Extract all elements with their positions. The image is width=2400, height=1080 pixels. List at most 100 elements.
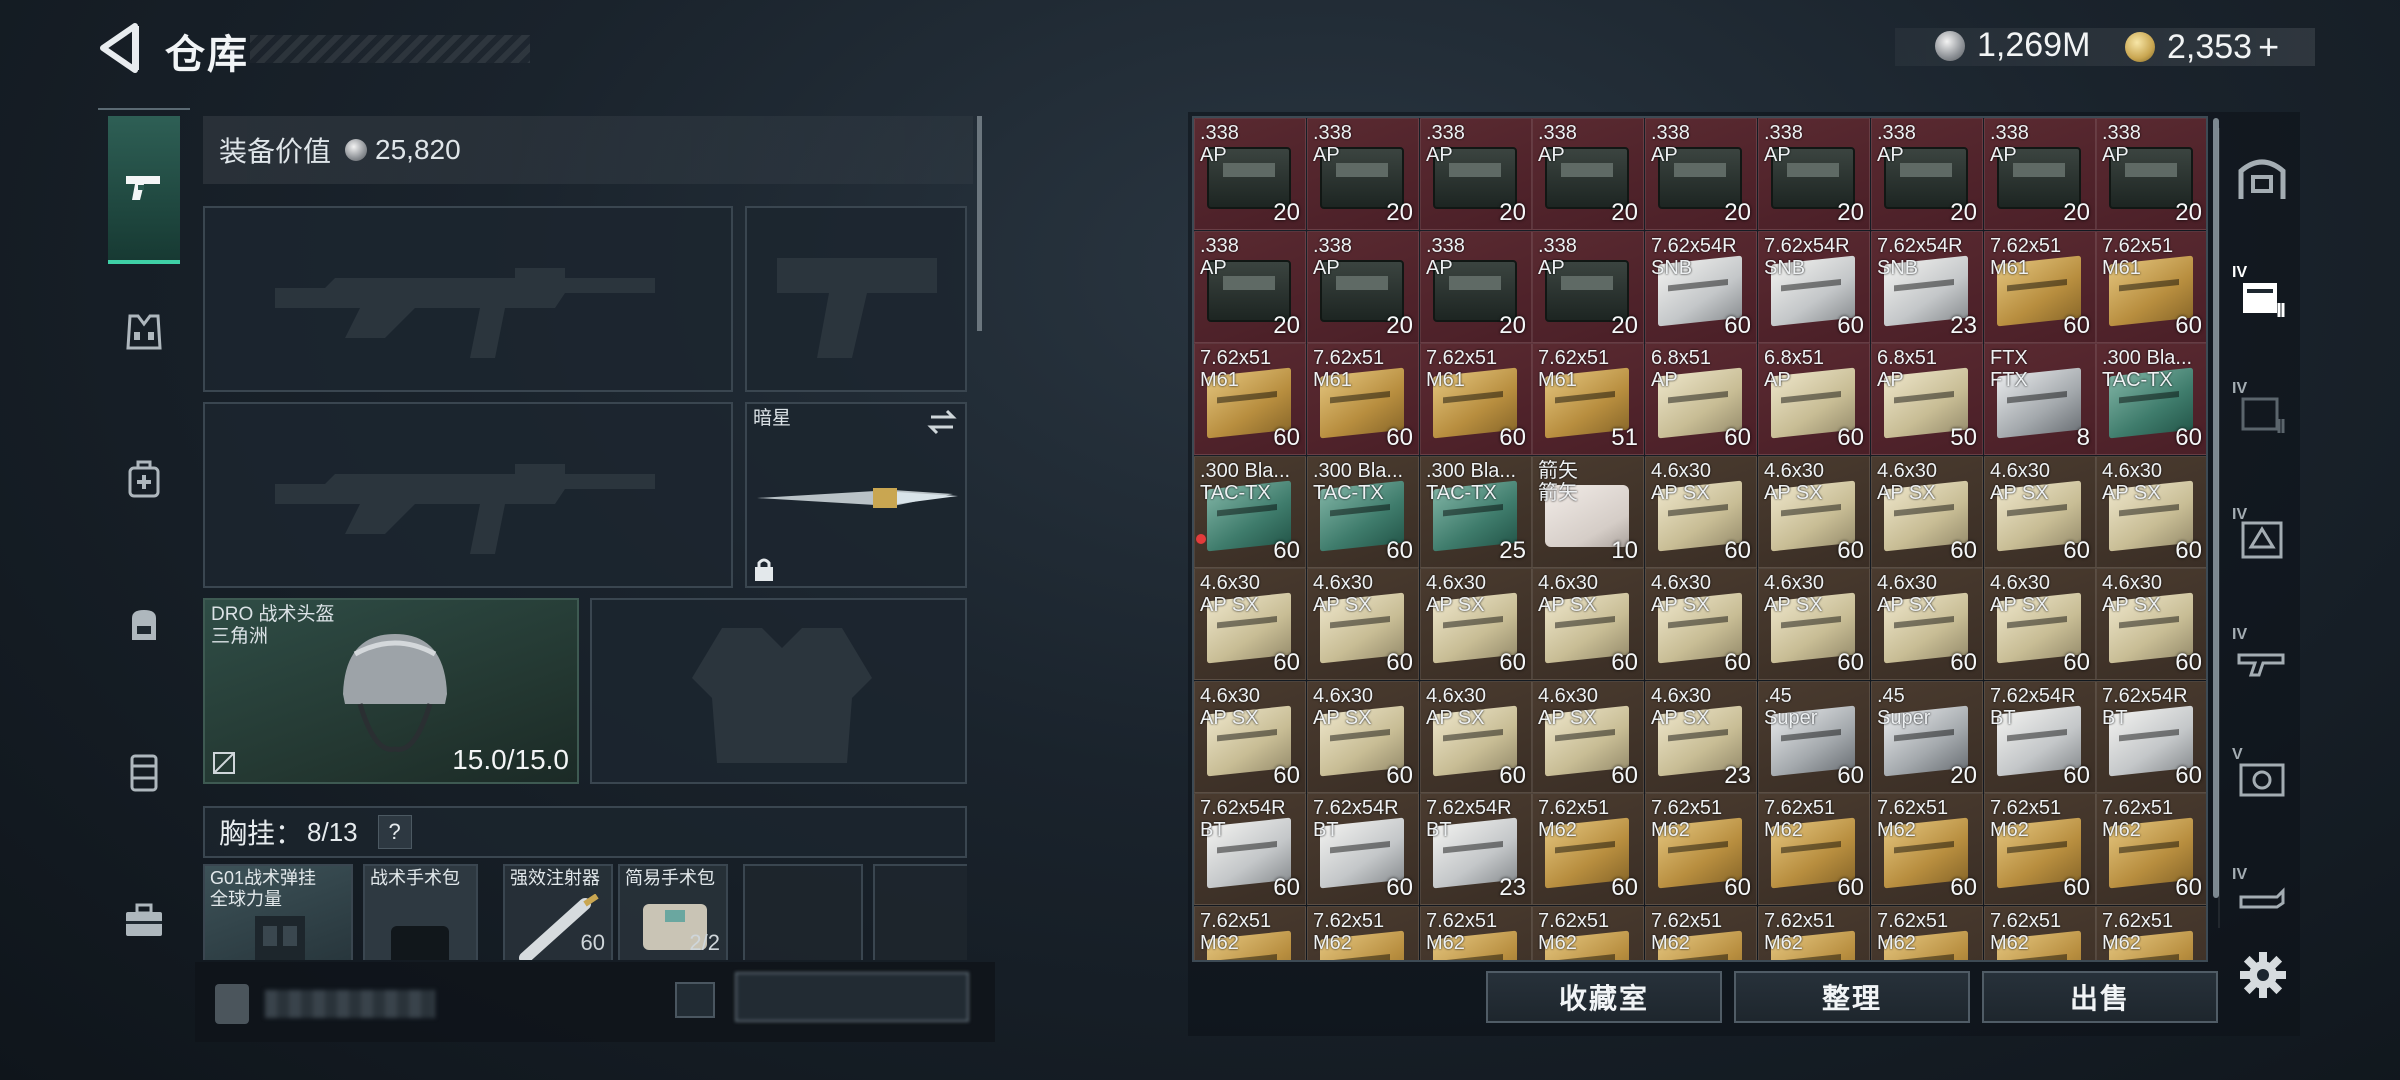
stash-item[interactable]: 7.62x54R SNB 60 [1758, 231, 1870, 343]
rig-item-injector[interactable]: 强效注射器 60 [503, 864, 613, 960]
stash-item[interactable]: 7.62x51 M62 60 [1871, 793, 1983, 905]
rig-empty-slot[interactable] [743, 864, 863, 960]
stash-item[interactable]: 7.62x51 M61 51 [1532, 343, 1644, 455]
stash-item[interactable]: .338 AP 20 [2096, 118, 2206, 230]
stash-item[interactable]: 7.62x54R BT 23 [1420, 793, 1532, 905]
stash-item[interactable]: 6.8x51 AP 60 [1758, 343, 1870, 455]
stash-item[interactable]: .45 Super 20 [1871, 681, 1983, 793]
stash-item[interactable]: 4.6x30 AP SX 60 [1194, 681, 1306, 793]
help-button[interactable]: ? [377, 815, 412, 849]
stash-item[interactable]: .338 AP 20 [1645, 118, 1757, 230]
stash-item[interactable]: 4.6x30 AP SX 23 [1645, 681, 1757, 793]
tab-medical[interactable] [108, 444, 180, 516]
stash-item[interactable]: FTX FTX 8 [1984, 343, 2096, 455]
stash-item[interactable]: .338 AP 20 [1532, 231, 1644, 343]
stash-item[interactable]: 7.62x54R BT 60 [1194, 793, 1306, 905]
stash-item[interactable]: 4.6x30 AP SX 60 [1871, 456, 1983, 568]
stash-item[interactable]: 7.62x51 M62 [1307, 906, 1419, 960]
stash-item[interactable]: 4.6x30 AP SX 60 [1420, 568, 1532, 680]
tab-cabinet-2[interactable]: IV [2222, 370, 2302, 450]
stash-item[interactable]: .338 AP 20 [1194, 231, 1306, 343]
stash-item[interactable]: 7.62x51 M62 [1984, 906, 2096, 960]
stash-item[interactable]: 7.62x51 M62 [1532, 906, 1644, 960]
tab-workbench[interactable]: IV [2222, 856, 2302, 936]
stash-item[interactable]: 7.62x51 M62 [1194, 906, 1306, 960]
tab-backpack[interactable] [108, 588, 180, 660]
stash-item[interactable]: 4.6x30 AP SX 60 [1307, 568, 1419, 680]
organize-button[interactable]: 整理 [1734, 971, 1970, 1023]
tab-armor-storage[interactable]: IV [2222, 496, 2302, 576]
stash-item[interactable]: 6.8x51 AP 60 [1645, 343, 1757, 455]
stash-item[interactable]: 箭矢 箭矢 10 [1532, 456, 1644, 568]
stash-item[interactable]: 7.62x51 M62 60 [1758, 793, 1870, 905]
tab-med-station[interactable]: V [2222, 736, 2302, 816]
stash-item[interactable]: 7.62x51 M62 [1645, 906, 1757, 960]
stash-item[interactable]: 4.6x30 AP SX 60 [1758, 568, 1870, 680]
tab-gun-rack[interactable]: IV [2222, 616, 2302, 696]
stash-item[interactable]: .45 Super 60 [1758, 681, 1870, 793]
sell-button[interactable]: 出售 [1982, 971, 2218, 1023]
stash-item[interactable]: 4.6x30 AP SX 60 [1871, 568, 1983, 680]
stash-item[interactable]: 4.6x30 AP SX 60 [1194, 568, 1306, 680]
stash-item[interactable]: 7.62x51 M62 60 [2096, 793, 2206, 905]
melee-slot[interactable]: 暗星 [745, 402, 967, 588]
stash-item[interactable]: .338 AP 20 [1194, 118, 1306, 230]
stash-item[interactable]: 7.62x54R BT 60 [1984, 681, 2096, 793]
rig-item-simple-surgery-kit[interactable]: 简易手术包 2/2 [618, 864, 728, 960]
body-armor-slot[interactable] [590, 598, 967, 784]
stash-item[interactable]: 7.62x51 M61 60 [2096, 231, 2206, 343]
rig-item-g01[interactable]: G01战术弹挂 全球力量 [203, 864, 353, 960]
stash-item[interactable]: 7.62x54R SNB 60 [1645, 231, 1757, 343]
equip-all-button[interactable] [735, 972, 969, 1022]
stash-item[interactable]: .300 Bla... TAC-TX 25 [1420, 456, 1532, 568]
stash-item[interactable]: 7.62x54R BT 60 [2096, 681, 2206, 793]
stash-item[interactable]: .300 Bla... TAC-TX 60 [1194, 456, 1306, 568]
stash-item[interactable]: .300 Bla... TAC-TX 60 [1307, 456, 1419, 568]
stash-item[interactable]: .338 AP 20 [1532, 118, 1644, 230]
stash-item[interactable]: 7.62x54R SNB 23 [1871, 231, 1983, 343]
stash-item[interactable]: 7.62x51 M61 60 [1984, 231, 2096, 343]
stash-item[interactable]: .338 AP 20 [1984, 118, 2096, 230]
tab-toolbox[interactable] [108, 884, 180, 956]
back-button[interactable] [95, 20, 147, 76]
stash-item[interactable]: 4.6x30 AP SX 60 [2096, 568, 2206, 680]
stash-item[interactable]: .300 Bla... TAC-TX 60 [2096, 343, 2206, 455]
stash-item[interactable]: 7.62x51 M62 [1871, 906, 1983, 960]
stash-item[interactable]: .338 AP 20 [1758, 118, 1870, 230]
stash-item[interactable]: 4.6x30 AP SX 60 [1758, 456, 1870, 568]
stash-item[interactable]: 7.62x51 M62 [2096, 906, 2206, 960]
stash-item[interactable]: 4.6x30 AP SX 60 [1645, 568, 1757, 680]
stash-item[interactable]: .338 AP 20 [1420, 231, 1532, 343]
primary-weapon-slot[interactable] [203, 206, 733, 392]
stash-item[interactable]: 7.62x54R BT 60 [1307, 793, 1419, 905]
tab-container[interactable] [108, 736, 180, 808]
stash-item[interactable]: 7.62x51 M61 60 [1420, 343, 1532, 455]
settings-gear-icon[interactable] [2238, 950, 2288, 1000]
stash-item[interactable]: 4.6x30 AP SX 60 [1532, 681, 1644, 793]
stash-item[interactable]: 7.62x51 M61 60 [1307, 343, 1419, 455]
stash-item[interactable]: 7.62x51 M62 60 [1532, 793, 1644, 905]
helmet-slot[interactable]: DRO 战术头盔 三角洲 15.0/15.0 [203, 598, 579, 784]
collection-room-button[interactable]: 收藏室 [1486, 971, 1722, 1023]
secondary-weapon-slot[interactable] [203, 402, 733, 588]
sort-button[interactable] [675, 982, 715, 1018]
rig-empty-slot[interactable] [873, 864, 967, 960]
gold-currency[interactable]: 2,353 + [2125, 26, 2279, 68]
stash-item[interactable]: 7.62x51 M62 60 [1645, 793, 1757, 905]
stash-item[interactable]: 4.6x30 AP SX 60 [1420, 681, 1532, 793]
tab-weapons[interactable] [108, 116, 180, 264]
tab-safe-box[interactable] [2222, 138, 2302, 218]
stash-item[interactable]: 4.6x30 AP SX 60 [1984, 456, 2096, 568]
stash-item[interactable]: 7.62x51 M62 [1420, 906, 1532, 960]
loadout-scrollbar[interactable] [977, 116, 982, 331]
stash-item[interactable]: 4.6x30 AP SX 60 [1307, 681, 1419, 793]
stash-item[interactable]: 6.8x51 AP 50 [1871, 343, 1983, 455]
tab-vest[interactable] [108, 296, 180, 368]
add-currency-button[interactable]: + [2258, 26, 2279, 68]
stash-item[interactable]: 4.6x30 AP SX 60 [1645, 456, 1757, 568]
stash-item[interactable]: 7.62x51 M61 60 [1194, 343, 1306, 455]
stash-item[interactable]: .338 AP 20 [1307, 118, 1419, 230]
stash-item[interactable]: 4.6x30 AP SX 60 [1984, 568, 2096, 680]
pistol-slot[interactable] [745, 206, 967, 392]
stash-item[interactable]: 7.62x51 M62 60 [1984, 793, 2096, 905]
